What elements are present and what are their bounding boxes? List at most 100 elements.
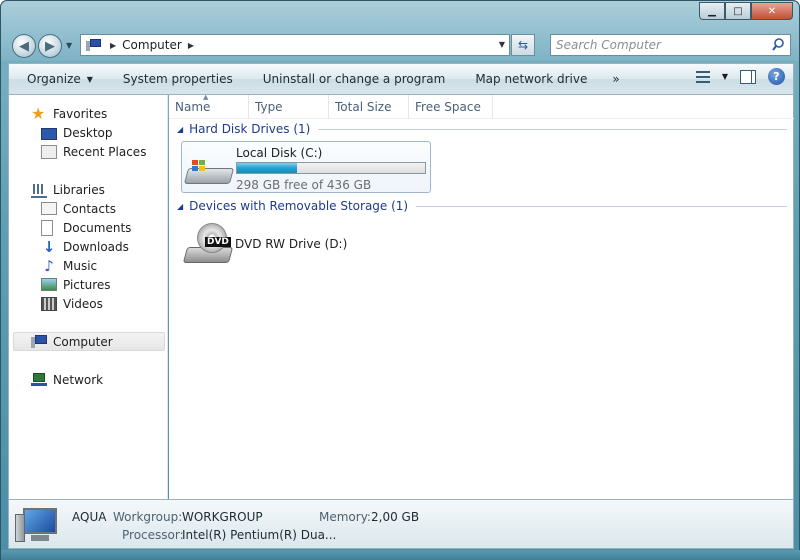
column-label: Type xyxy=(255,100,283,114)
network-icon xyxy=(31,372,47,388)
nav-network[interactable]: Network xyxy=(9,370,167,389)
refresh-button[interactable]: ⇆ xyxy=(511,34,535,56)
nav-label: Music xyxy=(63,258,98,273)
breadcrumb-computer[interactable]: Computer xyxy=(122,38,182,52)
nav-label: Desktop xyxy=(63,125,113,140)
computer-section: Computer xyxy=(9,332,167,351)
recent-places-icon xyxy=(41,144,57,159)
search-box[interactable] xyxy=(550,34,791,56)
group-removable-storage[interactable]: ◢ Devices with Removable Storage (1) xyxy=(177,199,787,213)
column-headers: ▲ Name Type Total Size Free Space xyxy=(169,93,794,119)
back-button[interactable]: ◀ xyxy=(12,34,36,58)
desktop-icon xyxy=(41,127,57,140)
dvd-drive-item[interactable]: DVD DVD RW Drive (D:) xyxy=(181,221,431,271)
libraries-section: Libraries Contacts Documents ↓ Downloads… xyxy=(9,180,167,313)
workgroup-value: WORKGROUP xyxy=(182,510,263,524)
nav-computer[interactable]: Computer xyxy=(13,332,165,351)
videos-icon xyxy=(41,296,57,311)
nav-contacts[interactable]: Contacts xyxy=(9,199,167,218)
breadcrumb-chevron-icon[interactable]: ▶ xyxy=(188,41,194,50)
search-input[interactable] xyxy=(556,38,771,52)
change-view-button[interactable]: ▼ xyxy=(695,69,728,85)
preview-pane-icon[interactable] xyxy=(740,69,756,84)
uninstall-program-button[interactable]: Uninstall or change a program xyxy=(248,66,461,92)
computer-icon xyxy=(15,508,59,544)
dvd-drive-icon: DVD xyxy=(182,223,234,269)
nav-downloads[interactable]: ↓ Downloads xyxy=(9,237,167,256)
minimize-button[interactable]: ▁ xyxy=(699,2,725,20)
memory-label: Memory: xyxy=(319,510,371,524)
recent-pages-dropdown[interactable]: ▼ xyxy=(66,41,72,50)
downloads-icon: ↓ xyxy=(42,237,56,256)
column-header-type[interactable]: Type xyxy=(249,95,329,119)
maximize-button[interactable]: □ xyxy=(725,2,751,20)
navigation-pane: ★ Favorites Desktop Recent Places Librar… xyxy=(8,95,168,499)
computer-icon xyxy=(86,38,104,52)
window-bottom-frame xyxy=(1,550,800,560)
nav-libraries[interactable]: Libraries xyxy=(9,180,167,199)
more-commands-button[interactable]: » xyxy=(602,72,629,86)
computer-name: AQUA xyxy=(72,510,107,524)
group-hard-disk-drives[interactable]: ◢ Hard Disk Drives (1) xyxy=(177,122,787,136)
group-divider xyxy=(416,205,787,207)
drive-usage-fill xyxy=(237,163,297,173)
chevron-down-icon: ▼ xyxy=(721,72,728,81)
column-label: Total Size xyxy=(335,100,392,114)
breadcrumb-chevron-icon[interactable]: ▶ xyxy=(110,41,116,50)
chevron-down-icon: ▼ xyxy=(86,74,93,84)
collapse-group-icon[interactable]: ◢ xyxy=(177,202,183,211)
close-button[interactable]: ✕ xyxy=(751,2,793,20)
back-arrow-icon: ◀ xyxy=(19,38,29,54)
hard-disk-icon xyxy=(183,160,235,186)
map-network-drive-button[interactable]: Map network drive xyxy=(460,66,602,92)
computer-icon xyxy=(31,334,47,350)
processor-value: Intel(R) Pentium(R) Dua... xyxy=(182,528,337,542)
nav-music[interactable]: ♪ Music xyxy=(9,256,167,275)
forward-button[interactable]: ▶ xyxy=(38,34,62,58)
address-dropdown-icon[interactable]: ▼ xyxy=(499,40,505,49)
network-section: Network xyxy=(9,370,167,389)
nav-label: Libraries xyxy=(53,182,105,197)
favorites-section: ★ Favorites Desktop Recent Places xyxy=(9,104,167,161)
views-icon xyxy=(695,69,714,85)
help-icon[interactable]: ? xyxy=(768,68,785,85)
documents-icon xyxy=(41,219,53,236)
nav-documents[interactable]: Documents xyxy=(9,218,167,237)
column-header-name[interactable]: ▲ Name xyxy=(169,93,249,119)
address-bar[interactable]: ▶ Computer ▶ ▼ xyxy=(80,34,510,56)
nav-label: Recent Places xyxy=(63,144,147,159)
search-icon[interactable] xyxy=(772,38,784,52)
workgroup-label: Workgroup: xyxy=(113,510,183,524)
nav-label: Documents xyxy=(63,220,132,235)
command-bar: Organize ▼ System properties Uninstall or… xyxy=(8,63,794,95)
column-header-total-size[interactable]: Total Size xyxy=(329,95,409,119)
collapse-group-icon[interactable]: ◢ xyxy=(177,125,183,134)
group-title: Hard Disk Drives (1) xyxy=(189,122,311,136)
star-icon: ★ xyxy=(31,103,46,123)
nav-videos[interactable]: Videos xyxy=(9,294,167,313)
content-pane: ▲ Name Type Total Size Free Space ◢ Hard… xyxy=(169,93,794,499)
nav-label: Network xyxy=(53,372,104,387)
details-pane: AQUA Workgroup: WORKGROUP Memory: 2,00 G… xyxy=(8,499,794,549)
nav-recent-places[interactable]: Recent Places xyxy=(9,142,167,161)
local-disk-item[interactable]: Local Disk (C:) 298 GB free of 436 GB xyxy=(181,141,431,193)
nav-pictures[interactable]: Pictures xyxy=(9,275,167,294)
system-properties-button[interactable]: System properties xyxy=(108,66,248,92)
music-icon: ♪ xyxy=(44,256,54,275)
drive-name: DVD RW Drive (D:) xyxy=(235,237,348,251)
nav-favorites[interactable]: ★ Favorites xyxy=(9,104,167,123)
nav-label: Pictures xyxy=(63,277,111,292)
nav-desktop[interactable]: Desktop xyxy=(9,123,167,142)
nav-label: Videos xyxy=(63,296,103,311)
refresh-icon: ⇆ xyxy=(517,38,529,52)
organize-menu[interactable]: Organize ▼ xyxy=(9,66,108,92)
group-title: Devices with Removable Storage (1) xyxy=(189,199,409,213)
column-header-free-space[interactable]: Free Space xyxy=(409,95,493,119)
nav-label: Contacts xyxy=(63,201,116,216)
drive-usage-bar xyxy=(236,162,426,174)
forward-arrow-icon: ▶ xyxy=(45,38,55,54)
command-bar-right: ▼ ? xyxy=(695,68,785,85)
drive-name: Local Disk (C:) xyxy=(236,146,323,160)
caption-buttons: ▁ □ ✕ xyxy=(699,2,793,20)
drive-free-space: 298 GB free of 436 GB xyxy=(236,178,372,192)
